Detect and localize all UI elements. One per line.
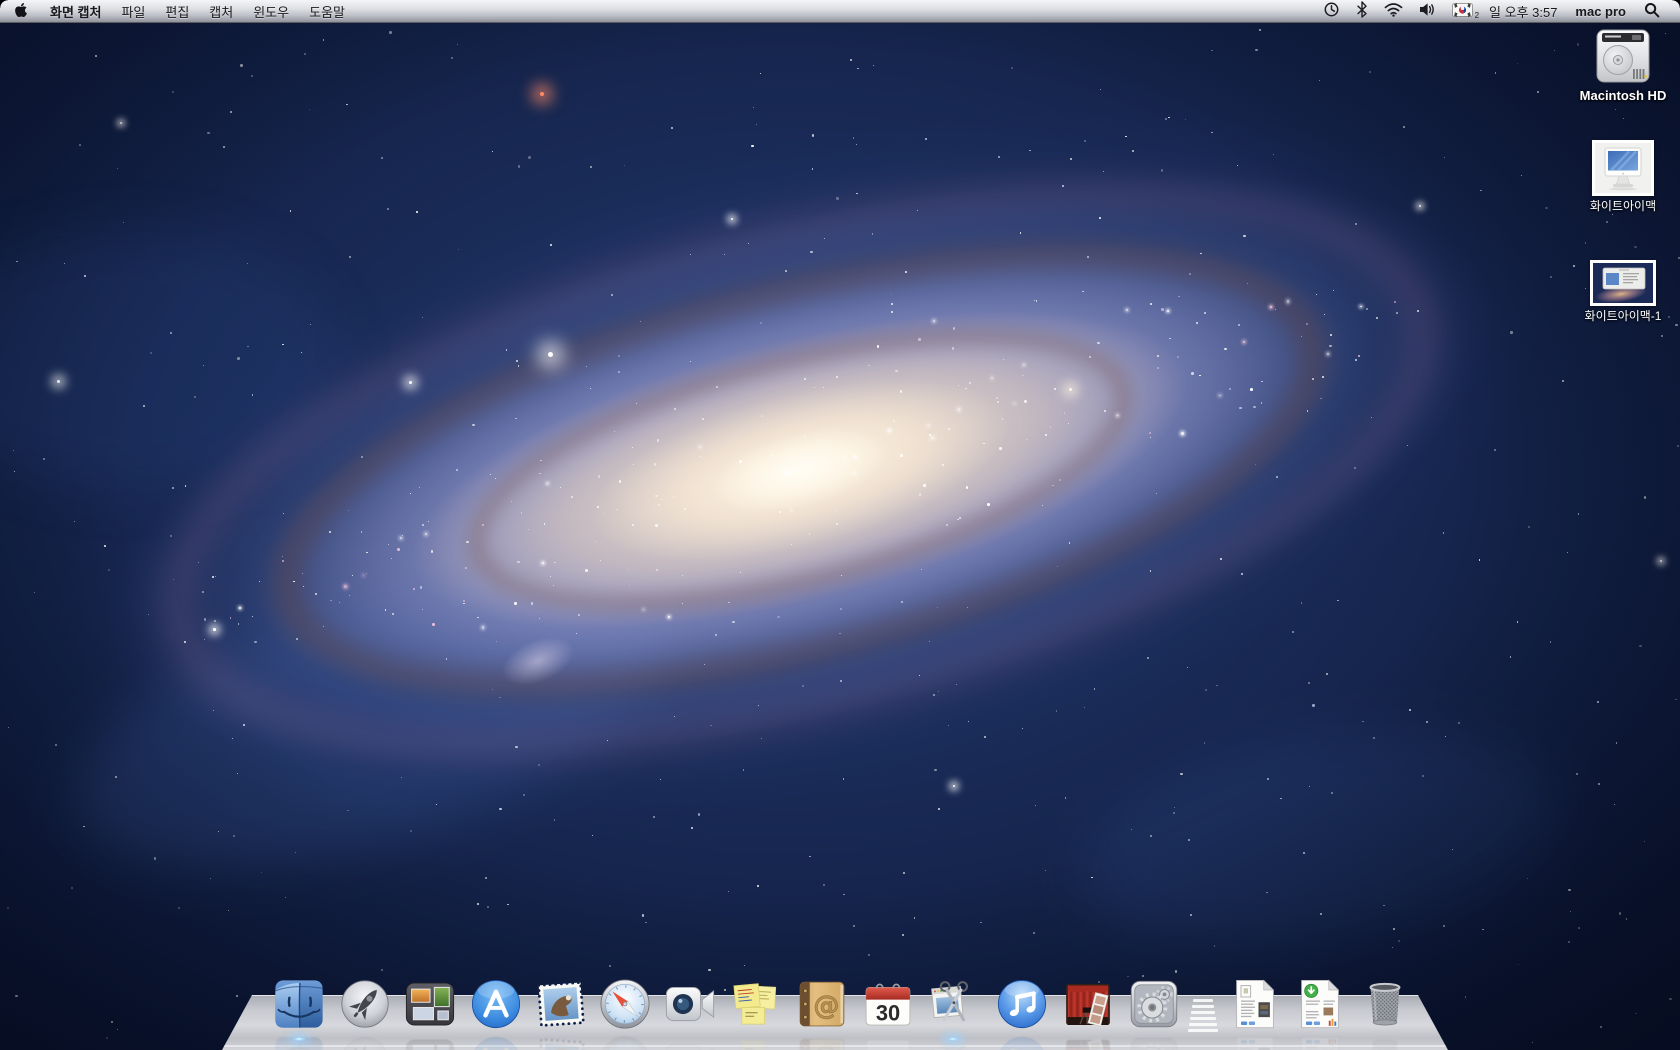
desktop-screen: 화면 캡처 파일 편집 캡처 윈도우 도움말 bbox=[0, 0, 1680, 1050]
wifi-icon bbox=[1384, 2, 1403, 20]
desktop-icon-white-imac[interactable]: 화이트아이맥 bbox=[1575, 140, 1671, 213]
time-machine-icon bbox=[1323, 1, 1340, 21]
spotlight-search-icon bbox=[1644, 2, 1660, 21]
dock-item-safari[interactable] bbox=[597, 976, 653, 1032]
desktop-icon-label: Macintosh HD bbox=[1575, 89, 1671, 103]
menu-help[interactable]: 도움말 bbox=[299, 0, 355, 22]
screen-corner bbox=[0, 0, 8, 8]
dock-item-app-store[interactable] bbox=[468, 976, 524, 1032]
apple-logo-icon bbox=[14, 2, 28, 21]
dock-item-trash[interactable] bbox=[1357, 976, 1413, 1032]
dock-item-itunes[interactable] bbox=[994, 976, 1050, 1032]
volume-menu[interactable] bbox=[1411, 0, 1444, 22]
desktop-icon-label: 화이트아이맥 bbox=[1575, 199, 1671, 213]
menu-window[interactable]: 윈도우 bbox=[243, 0, 299, 22]
svg-text:30: 30 bbox=[876, 1001, 900, 1026]
bluetooth-icon bbox=[1356, 1, 1368, 21]
companion-galaxy bbox=[495, 627, 581, 694]
wifi-menu[interactable] bbox=[1376, 0, 1411, 22]
dock-item-finder[interactable] bbox=[271, 976, 327, 1032]
menu-clock[interactable]: 일 오후 3:57 bbox=[1481, 2, 1565, 21]
desktop-icon-white-imac-1[interactable]: 화이트아이맥-1 bbox=[1575, 260, 1671, 323]
menu-capture[interactable]: 캡처 bbox=[199, 0, 243, 22]
desktop-icon-label: 화이트아이맥-1 bbox=[1575, 309, 1671, 323]
volume-icon bbox=[1419, 2, 1436, 20]
time-machine-menu[interactable] bbox=[1315, 0, 1348, 22]
screen-corner bbox=[1672, 0, 1680, 8]
dock-item-mission-control[interactable] bbox=[402, 976, 458, 1032]
dock-item-address-book[interactable]: @@ bbox=[794, 976, 850, 1032]
user-switch-menu[interactable]: mac pro bbox=[1565, 4, 1636, 19]
menu-edit[interactable]: 편집 bbox=[155, 0, 199, 22]
menu-file[interactable]: 파일 bbox=[111, 0, 155, 22]
running-app-indicator bbox=[290, 1036, 308, 1042]
app-menu-title[interactable]: 화면 캡처 bbox=[40, 0, 111, 22]
korean-flag-icon bbox=[1452, 3, 1473, 20]
dock-item-mail[interactable] bbox=[533, 976, 589, 1032]
wallpaper-andromeda bbox=[0, 0, 1680, 1050]
bluetooth-menu[interactable] bbox=[1348, 0, 1376, 22]
svg-text:@: @ bbox=[813, 992, 839, 1022]
hard-drive-icon bbox=[1575, 26, 1671, 86]
dock-item-facetime[interactable] bbox=[662, 976, 718, 1032]
dock-item-stickies[interactable] bbox=[727, 976, 783, 1032]
dock-item-document-download[interactable] bbox=[1292, 976, 1348, 1032]
starfield bbox=[0, 0, 1680, 1050]
spotlight-menu[interactable] bbox=[1636, 0, 1668, 22]
dock-item-system-preferences[interactable] bbox=[1126, 976, 1182, 1032]
screenshot-photo-icon bbox=[1590, 260, 1656, 306]
menu-bar: 화면 캡처 파일 편집 캡처 윈도우 도움말 bbox=[0, 0, 1680, 23]
dock-item-launchpad[interactable] bbox=[337, 976, 393, 1032]
dock-item-document[interactable] bbox=[1227, 976, 1283, 1032]
dock-item-ical[interactable]: 30 bbox=[860, 976, 916, 1032]
imac-photo-icon bbox=[1592, 140, 1654, 196]
running-app-indicator bbox=[944, 1036, 962, 1042]
desktop-icon-macintosh-hd[interactable]: Macintosh HD bbox=[1575, 26, 1671, 103]
input-source-menu[interactable]: 2 bbox=[1444, 0, 1481, 22]
dock-item-grab[interactable] bbox=[925, 976, 981, 1032]
dock-item-photo-booth[interactable] bbox=[1060, 976, 1116, 1032]
input-source-badge: 2 bbox=[1475, 11, 1479, 20]
